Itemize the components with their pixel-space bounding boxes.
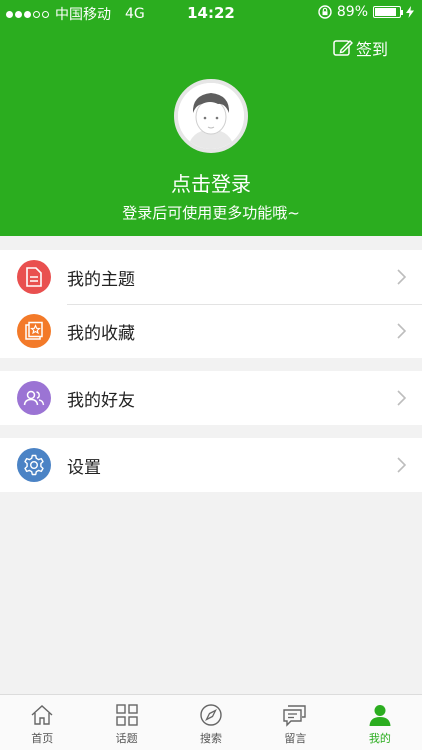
menu-item-label: 我的收藏 (67, 323, 135, 344)
chevron-right-icon (397, 457, 406, 473)
tab-messages[interactable]: 留言 (253, 695, 337, 750)
battery-percent: 89% (336, 4, 368, 20)
tab-label: 我的 (368, 732, 391, 745)
tab-label: 首页 (31, 732, 54, 745)
menu-item-label: 我的主题 (67, 269, 135, 290)
chevron-right-icon (397, 323, 406, 339)
rotation-lock-icon (318, 5, 332, 19)
menu-item-label: 设置 (67, 457, 101, 478)
person-icon (369, 705, 391, 726)
signin-label: 签到 (355, 40, 388, 59)
menu-item-my-friends[interactable]: 我的好友 (0, 371, 422, 425)
status-right: 89% (318, 4, 414, 20)
avatar[interactable] (174, 79, 248, 153)
tab-label: 留言 (284, 732, 307, 745)
gear-icon (17, 448, 51, 482)
menu-item-my-topics[interactable]: 我的主题 (0, 250, 422, 304)
battery-icon (373, 6, 403, 18)
edit-icon (333, 40, 353, 56)
tab-mine[interactable]: 我的 (338, 695, 422, 750)
document-icon (17, 260, 51, 294)
signin-button[interactable]: 签到 (333, 36, 388, 60)
tab-home[interactable]: 首页 (0, 695, 84, 750)
menu-item-label: 我的好友 (67, 390, 135, 411)
charging-icon (406, 6, 414, 18)
menu-group-social: 我的好友 (0, 371, 422, 425)
login-subtitle: 登录后可使用更多功能哦~ (122, 204, 300, 222)
menu-group-settings: 设置 (0, 438, 422, 492)
tab-label: 搜索 (200, 732, 223, 745)
star-icon (17, 314, 51, 348)
chevron-right-icon (397, 390, 406, 406)
default-avatar-icon (178, 83, 244, 149)
tab-search[interactable]: 搜索 (169, 695, 253, 750)
grid-icon (115, 704, 138, 726)
compass-icon (200, 704, 222, 726)
tab-label: 话题 (115, 732, 138, 745)
home-icon (31, 705, 53, 725)
login-title[interactable]: 点击登录 (0, 168, 422, 197)
menu-group-content: 我的主题 我的收藏 (0, 250, 422, 358)
profile-header: 中国移动 4G 14:22 89% 签到 点击登录 登录后可使用更多功能哦~ (0, 0, 422, 236)
message-icon (283, 705, 307, 727)
menu-item-settings[interactable]: 设置 (0, 438, 422, 492)
friends-icon (17, 381, 51, 415)
battery-fill (375, 8, 397, 16)
menu-item-my-favorites[interactable]: 我的收藏 (0, 304, 422, 358)
tab-topics[interactable]: 话题 (84, 695, 168, 750)
bottom-tab-bar: 首页 话题 搜索 留言 我的 (0, 694, 422, 750)
status-bar: 中国移动 4G 14:22 89% (0, 0, 422, 26)
chevron-right-icon (397, 269, 406, 285)
